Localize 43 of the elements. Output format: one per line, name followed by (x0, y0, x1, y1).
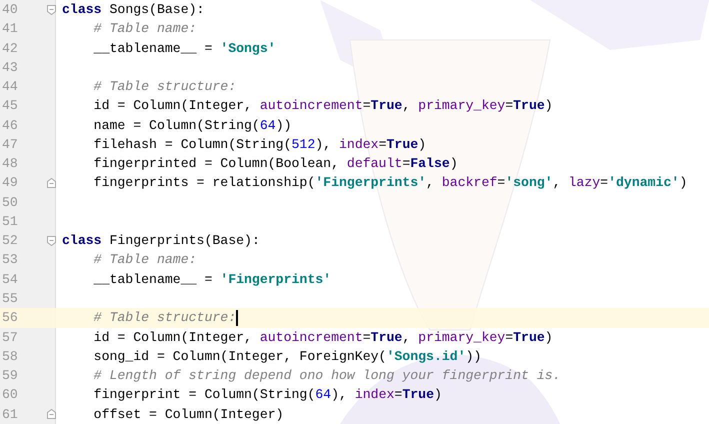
line-number: 60 (1, 386, 19, 404)
code-comment: # Table structure: (92, 78, 236, 96)
code-line: fingerprints = relationship('Fingerprints', backref='song', lazy='dynamic') (92, 174, 688, 192)
code-line: __tablename__ = 'Songs' (92, 40, 276, 58)
code-comment: # Table structure: (92, 309, 236, 328)
line-number: 47 (1, 136, 19, 154)
line-number: 61 (1, 406, 19, 424)
line-number: 46 (1, 116, 19, 135)
code-line: song_id = Column(Integer, ForeignKey('Songs.id')) (92, 348, 482, 366)
code-line: id = Column(Integer, autoincrement=True, primary_key=True) (92, 328, 553, 347)
line-number: 57 (1, 328, 19, 347)
line-number: 49 (1, 174, 19, 192)
line-number: 40 (1, 1, 19, 19)
line-number: 54 (1, 270, 19, 289)
code-line: __tablename__ = 'Fingerprints' (92, 270, 332, 289)
line-number: 43 (1, 58, 19, 77)
code-line: fingerprinted = Column(Boolean, default=False) (92, 155, 458, 174)
line-number: 45 (1, 97, 19, 116)
text-cursor (236, 310, 238, 326)
fold-marker-icon[interactable] (46, 236, 56, 246)
line-number: 58 (1, 348, 19, 366)
line-number: 52 (1, 232, 19, 250)
code-comment: # Length of string depend ono how long your fingerprint is. (92, 367, 561, 386)
code-comment: # Table name: (92, 251, 197, 270)
line-number: 41 (1, 20, 19, 38)
line-number: 53 (1, 251, 19, 270)
line-number: 59 (1, 367, 19, 386)
line-number: 48 (1, 155, 19, 174)
code-line: class Songs(Base): (62, 1, 204, 19)
line-number: 51 (1, 212, 19, 231)
line-number: 55 (1, 290, 19, 308)
line-number: 56 (1, 309, 19, 328)
code-line: class Fingerprints(Base): (62, 232, 260, 250)
code-line: filehash = Column(String(512), index=True) (92, 136, 426, 154)
line-number: 44 (1, 78, 19, 96)
line-number: 42 (1, 40, 19, 58)
code-line: id = Column(Integer, autoincrement=True, primary_key=True) (92, 97, 553, 116)
fold-marker-icon[interactable] (46, 4, 56, 15)
code-line: fingerprint = Column(String(64), index=True) (92, 386, 442, 404)
code-line: offset = Column(Integer) (92, 406, 284, 424)
code-line: name = Column(String(64)) (92, 116, 292, 135)
code-comment: # Table name: (92, 20, 197, 38)
line-number: 50 (1, 194, 19, 212)
